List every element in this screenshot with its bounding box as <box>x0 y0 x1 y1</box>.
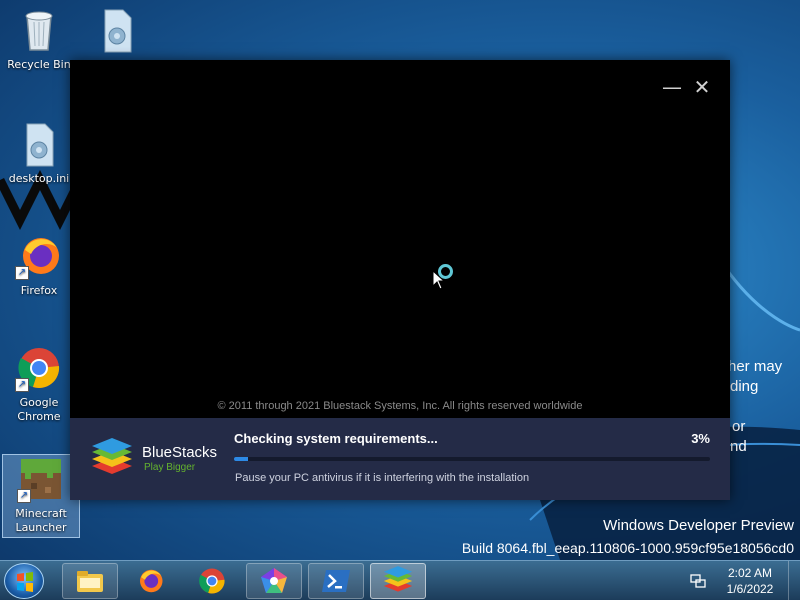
taskbar-powershell[interactable] <box>308 563 364 599</box>
taskbar-clock[interactable]: 2:02 AM 1/6/2022 <box>720 565 780 597</box>
installer-status-panel: BlueStacks Play Bigger Checking system r… <box>70 418 730 500</box>
taskbar: 2:02 AM 1/6/2022 <box>0 560 800 600</box>
desktop-icon-label: Google Chrome <box>17 396 61 423</box>
desktop-icon-settings-file[interactable] <box>78 6 156 58</box>
file-explorer-icon <box>77 571 103 592</box>
status-hint: Pause your PC antivirus if it is interfe… <box>235 472 530 484</box>
pentagon-app-icon <box>261 568 287 593</box>
powershell-icon <box>322 570 350 592</box>
bluestacks-installer-window: — ✕ © 2011 through 2021 Bluestack System… <box>70 60 730 500</box>
progress-bar-fill <box>234 457 249 461</box>
background-text-line: ding <box>730 378 759 395</box>
taskbar-chrome[interactable] <box>184 563 240 599</box>
background-text-line: her may <box>728 358 783 375</box>
brand-name: BlueStacks <box>142 444 218 461</box>
desktop-icon-google-chrome[interactable]: ↗ Google Chrome <box>0 344 78 424</box>
firefox-icon <box>140 569 163 593</box>
wallpaper-swoosh <box>718 259 800 332</box>
background-text-line: or <box>732 418 746 435</box>
settings-file-icon <box>93 6 141 54</box>
desktop-icon-firefox[interactable]: ↗ Firefox <box>0 232 78 298</box>
desktop-icon-label: desktop.ini <box>8 172 70 185</box>
clock-time: 2:02 AM <box>727 566 773 580</box>
recycle-bin-icon <box>15 6 63 54</box>
windows-watermark-title: Windows Developer Preview <box>603 517 794 534</box>
start-button[interactable] <box>4 563 44 599</box>
taskbar-file-explorer[interactable] <box>62 563 118 599</box>
copyright-text: © 2011 through 2021 Bluestack Systems, I… <box>217 400 583 412</box>
desktop-icon-desktop-ini[interactable]: desktop.ini <box>0 120 78 186</box>
minimize-button[interactable]: — <box>662 77 682 98</box>
desktop-icon-label: Minecraft Launcher <box>15 507 67 534</box>
desktop-icon-recycle-bin[interactable]: Recycle Bin <box>0 6 78 72</box>
settings-file-icon <box>15 120 63 168</box>
shortcut-arrow-icon: ↗ <box>15 266 29 280</box>
background-text-line: nd <box>730 438 747 455</box>
mouse-cursor-icon <box>432 270 446 290</box>
taskbar-bluestacks[interactable] <box>370 563 426 599</box>
chrome-icon: ↗ <box>15 344 63 392</box>
show-desktop-button[interactable] <box>788 561 800 600</box>
progress-bar <box>234 457 710 461</box>
desktop-icon-label: Recycle Bin <box>7 58 71 71</box>
status-title: Checking system requirements... <box>234 431 438 446</box>
shortcut-arrow-icon: ↗ <box>15 378 29 392</box>
windows-logo-icon <box>17 572 33 592</box>
firefox-icon: ↗ <box>15 232 63 280</box>
clock-date: 1/6/2022 <box>726 582 774 596</box>
taskbar-pentagon-app[interactable] <box>246 563 302 599</box>
windows-watermark-build: Build 8064.fbl_eeap.110806-1000.959cf95e… <box>461 540 794 556</box>
bluestacks-icon <box>383 566 413 592</box>
network-icon[interactable] <box>690 573 706 589</box>
taskbar-firefox[interactable] <box>122 563 178 599</box>
bluestacks-logo-icon <box>92 438 132 474</box>
desktop-icon-minecraft-launcher[interactable]: ↗ Minecraft Launcher <box>2 454 80 538</box>
wallpaper-zigzag <box>0 169 85 231</box>
progress-percent: 3% <box>691 431 710 446</box>
close-button[interactable]: ✕ <box>692 77 712 98</box>
chrome-icon <box>199 568 225 594</box>
shortcut-arrow-icon: ↗ <box>17 489 31 503</box>
minecraft-icon: ↗ <box>17 455 65 503</box>
desktop-icon-label: Firefox <box>20 284 58 297</box>
brand-tagline: Play Bigger <box>144 462 196 473</box>
